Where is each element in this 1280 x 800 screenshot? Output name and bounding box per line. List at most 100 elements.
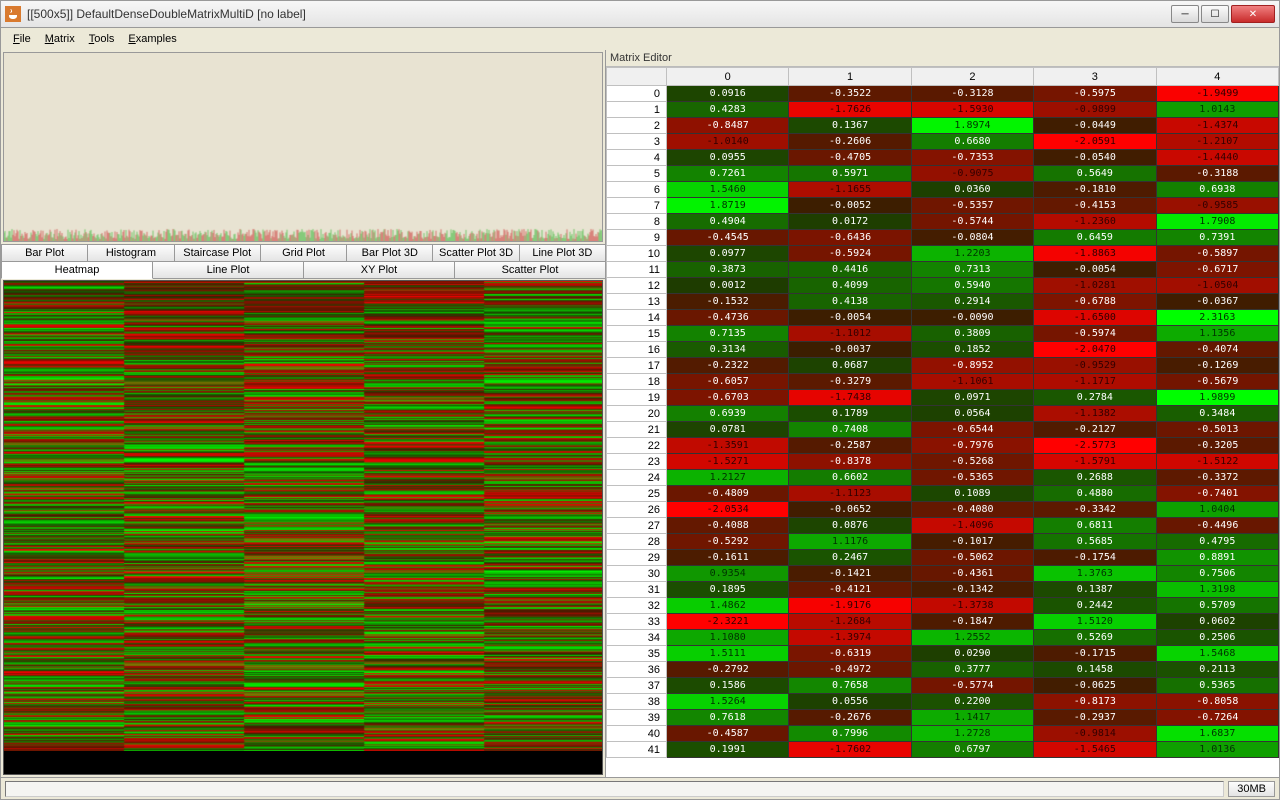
cell[interactable]: -0.2606: [789, 134, 911, 150]
row-header[interactable]: 29: [607, 550, 667, 566]
cell[interactable]: -0.6319: [789, 646, 911, 662]
cell[interactable]: -0.1611: [667, 550, 789, 566]
cell[interactable]: 0.1991: [667, 742, 789, 758]
cell[interactable]: 0.0290: [911, 646, 1033, 662]
cell[interactable]: 0.4880: [1034, 486, 1156, 502]
cell[interactable]: -1.8863: [1034, 246, 1156, 262]
cell[interactable]: -0.7401: [1156, 486, 1278, 502]
cell[interactable]: 0.5709: [1156, 598, 1278, 614]
row-header[interactable]: 5: [607, 166, 667, 182]
cell[interactable]: -0.0540: [1034, 150, 1156, 166]
cell[interactable]: 0.5269: [1034, 630, 1156, 646]
cell[interactable]: 0.7313: [911, 262, 1033, 278]
heatmap-canvas[interactable]: [3, 280, 603, 775]
cell[interactable]: 0.7658: [789, 678, 911, 694]
cell[interactable]: 1.0136: [1156, 742, 1278, 758]
menu-tools[interactable]: Tools: [83, 31, 121, 47]
cell[interactable]: -0.2127: [1034, 422, 1156, 438]
tab-line-plot[interactable]: Line Plot: [152, 261, 304, 279]
row-header[interactable]: 31: [607, 582, 667, 598]
row-header[interactable]: 10: [607, 246, 667, 262]
cell[interactable]: 0.0556: [789, 694, 911, 710]
cell[interactable]: -1.5271: [667, 454, 789, 470]
cell[interactable]: -0.0054: [789, 310, 911, 326]
row-header[interactable]: 18: [607, 374, 667, 390]
cell[interactable]: -1.9499: [1156, 86, 1278, 102]
minimize-button[interactable]: ─: [1171, 5, 1199, 23]
cell[interactable]: 1.5460: [667, 182, 789, 198]
cell[interactable]: 0.7408: [789, 422, 911, 438]
cell[interactable]: -0.4074: [1156, 342, 1278, 358]
cell[interactable]: -1.5122: [1156, 454, 1278, 470]
cell[interactable]: -0.0090: [911, 310, 1033, 326]
cell[interactable]: -1.0281: [1034, 278, 1156, 294]
cell[interactable]: -0.0037: [789, 342, 911, 358]
cell[interactable]: 0.0602: [1156, 614, 1278, 630]
cell[interactable]: 0.4138: [789, 294, 911, 310]
cell[interactable]: -1.4096: [911, 518, 1033, 534]
cell[interactable]: 0.7996: [789, 726, 911, 742]
col-header[interactable]: 1: [789, 68, 911, 86]
cell[interactable]: -0.3372: [1156, 470, 1278, 486]
cell[interactable]: 0.3484: [1156, 406, 1278, 422]
row-header[interactable]: 17: [607, 358, 667, 374]
cell[interactable]: 1.2127: [667, 470, 789, 486]
cell[interactable]: 0.7391: [1156, 230, 1278, 246]
cell[interactable]: 0.2113: [1156, 662, 1278, 678]
cell[interactable]: -0.1017: [911, 534, 1033, 550]
cell[interactable]: -2.0534: [667, 502, 789, 518]
row-header[interactable]: 1: [607, 102, 667, 118]
cell[interactable]: -1.6500: [1034, 310, 1156, 326]
cell[interactable]: 0.1586: [667, 678, 789, 694]
cell[interactable]: 1.2552: [911, 630, 1033, 646]
menu-matrix[interactable]: Matrix: [39, 31, 81, 47]
row-header[interactable]: 35: [607, 646, 667, 662]
cell[interactable]: -0.2322: [667, 358, 789, 374]
cell[interactable]: 0.1789: [789, 406, 911, 422]
cell[interactable]: 0.1458: [1034, 662, 1156, 678]
cell[interactable]: -1.1012: [789, 326, 911, 342]
cell[interactable]: 1.2203: [911, 246, 1033, 262]
row-header[interactable]: 13: [607, 294, 667, 310]
cell[interactable]: -1.4440: [1156, 150, 1278, 166]
cell[interactable]: 0.9354: [667, 566, 789, 582]
cell[interactable]: -2.0470: [1034, 342, 1156, 358]
cell[interactable]: 0.3134: [667, 342, 789, 358]
cell[interactable]: 0.6938: [1156, 182, 1278, 198]
cell[interactable]: -0.0052: [789, 198, 911, 214]
row-header[interactable]: 26: [607, 502, 667, 518]
cell[interactable]: 0.6602: [789, 470, 911, 486]
cell[interactable]: -0.6436: [789, 230, 911, 246]
cell[interactable]: 1.4862: [667, 598, 789, 614]
cell[interactable]: 0.0687: [789, 358, 911, 374]
cell[interactable]: -1.5791: [1034, 454, 1156, 470]
cell[interactable]: 1.1417: [911, 710, 1033, 726]
cell[interactable]: -0.5268: [911, 454, 1033, 470]
cell[interactable]: -1.5465: [1034, 742, 1156, 758]
cell[interactable]: -0.3128: [911, 86, 1033, 102]
cell[interactable]: -0.3188: [1156, 166, 1278, 182]
cell[interactable]: -0.4080: [911, 502, 1033, 518]
cell[interactable]: -0.4809: [667, 486, 789, 502]
cell[interactable]: 1.1356: [1156, 326, 1278, 342]
cell[interactable]: 1.1176: [789, 534, 911, 550]
cell[interactable]: -0.1715: [1034, 646, 1156, 662]
cell[interactable]: 0.7135: [667, 326, 789, 342]
cell[interactable]: -0.3279: [789, 374, 911, 390]
row-header[interactable]: 4: [607, 150, 667, 166]
cell[interactable]: -0.6703: [667, 390, 789, 406]
cell[interactable]: 0.3873: [667, 262, 789, 278]
row-header[interactable]: 24: [607, 470, 667, 486]
cell[interactable]: -0.0804: [911, 230, 1033, 246]
cell[interactable]: 0.0360: [911, 182, 1033, 198]
row-header[interactable]: 3: [607, 134, 667, 150]
cell[interactable]: -0.1269: [1156, 358, 1278, 374]
row-header[interactable]: 34: [607, 630, 667, 646]
cell[interactable]: -0.4587: [667, 726, 789, 742]
cell[interactable]: -0.0652: [789, 502, 911, 518]
cell[interactable]: 1.8974: [911, 118, 1033, 134]
cell[interactable]: -1.2360: [1034, 214, 1156, 230]
row-header[interactable]: 15: [607, 326, 667, 342]
memory-indicator[interactable]: 30MB: [1228, 781, 1275, 797]
tab-scatter-plot-3d[interactable]: Scatter Plot 3D: [432, 244, 519, 262]
